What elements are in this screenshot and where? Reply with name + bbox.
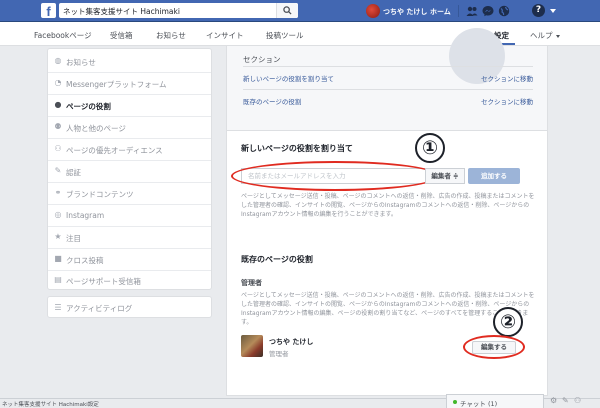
sidebar-item-label: ページサポート受信箱 — [66, 277, 141, 286]
list-icon: ☰ — [54, 303, 62, 312]
sidebar-item-messenger-platform[interactable]: ◔ Messengerプラットフォーム — [48, 72, 211, 94]
audience-icon: ⚇ — [54, 144, 62, 153]
activity-log-label: アクティビティログ — [66, 304, 133, 313]
section-nav-row[interactable]: 既存のページの役割 セクションに移動 — [243, 89, 533, 109]
page-tabs-bar: Facebookページ 受信箱 お知らせ インサイト 投稿ツール 設定 ヘルプ — [0, 22, 600, 46]
sidebar-item-verification[interactable]: ✎ 認証 — [48, 160, 211, 182]
sidebar-item-label: 注目 — [66, 234, 81, 243]
sidebar-item-support-inbox[interactable]: ▤ ページサポート受信箱 — [48, 269, 211, 291]
divider — [227, 130, 547, 131]
annotation-marker-1: ① — [415, 133, 445, 163]
profile-name-link[interactable]: つちや たけし — [383, 7, 427, 17]
profile-avatar[interactable] — [366, 4, 380, 18]
sidebar-item-crossposting[interactable]: ■ クロス投稿 — [48, 248, 211, 270]
admin-avatar[interactable] — [241, 335, 263, 357]
highlight-oval — [231, 161, 439, 191]
existing-roles-heading: 既存のページの役割 — [241, 255, 313, 264]
tab-notifications[interactable]: お知らせ — [156, 30, 186, 41]
new-message-icon[interactable]: ✎ — [562, 397, 570, 405]
tab-publishing-tools[interactable]: 投稿ツール — [266, 30, 304, 41]
facebook-logo-icon[interactable]: f — [41, 3, 56, 18]
tab-facebook-page[interactable]: Facebookページ — [34, 30, 92, 41]
sidebar-item-label: ページの優先オーディエンス — [66, 146, 163, 155]
star-icon: ★ — [54, 232, 62, 241]
editor-role-description: ページとしてメッセージ送信・投稿、ページのコメントへの返信・削除、広告の作成、投… — [241, 193, 535, 218]
assign-role-heading: 新しいページの役割を割り当て — [241, 144, 353, 153]
sidebar-item-label: 認証 — [66, 168, 81, 177]
tab-help-label: ヘルプ — [530, 31, 553, 40]
search-icon — [283, 6, 292, 15]
account-menu-caret-icon[interactable] — [550, 9, 556, 13]
messenger-icon: ◔ — [54, 78, 62, 87]
highlight-oval — [463, 335, 525, 359]
notifications-globe-icon[interactable] — [498, 5, 510, 17]
chat-bar[interactable]: チャット (1) — [446, 394, 544, 408]
handshake-icon: ⚭ — [54, 188, 62, 197]
sidebar-item-page-roles[interactable]: ● ページの役割 — [48, 94, 211, 116]
wrench-icon: ✎ — [54, 166, 62, 175]
group-chat-icon[interactable]: ⚇ — [574, 397, 582, 405]
go-to-section-link[interactable]: セクションに移動 — [481, 73, 533, 83]
tab-inbox[interactable]: 受信箱 — [110, 30, 133, 41]
sections-card: セクション 新しいページの役割を割り当て セクションに移動 既存のページの役割 … — [227, 28, 547, 130]
sidebar-item-label: お知らせ — [66, 58, 96, 67]
admin-section-label: 管理者 — [241, 279, 262, 287]
messages-icon[interactable] — [482, 5, 494, 17]
status-text: ネット集客支援サイト Hachimaki設定 — [2, 402, 99, 408]
add-button[interactable]: 追加する — [468, 168, 520, 184]
home-link[interactable]: ホーム — [430, 7, 451, 17]
chat-label[interactable]: チャット (1) — [460, 398, 497, 408]
inbox-icon: ▤ — [54, 275, 62, 284]
sidebar-activity-log[interactable]: ☰ アクティビティログ — [47, 296, 212, 318]
section-nav-label[interactable]: 新しいページの役割を割り当て — [243, 73, 334, 83]
top-navbar: f ネット集客支援サイト Hachimaki つちや たけし ホーム ? — [0, 0, 600, 22]
go-to-section-link[interactable]: セクションに移動 — [481, 96, 533, 106]
search-button[interactable] — [276, 3, 298, 18]
people-icon: ⚉ — [54, 122, 62, 131]
sidebar-item-branded-content[interactable]: ⚭ ブランドコンテンツ — [48, 182, 211, 204]
person-icon: ● — [54, 100, 62, 109]
help-icon[interactable]: ? — [532, 4, 545, 17]
sidebar-item-label: 人物と他のページ — [66, 124, 126, 133]
admin-name-link[interactable]: つちや たけし — [269, 337, 313, 347]
sidebar-item-featured[interactable]: ★ 注目 — [48, 226, 211, 248]
section-nav-row[interactable]: 新しいページの役割を割り当て セクションに移動 — [243, 66, 533, 86]
role-dropdown[interactable]: 編集者 ≑ — [425, 168, 465, 184]
sidebar-item-people-and-pages[interactable]: ⚉ 人物と他のページ — [48, 116, 211, 138]
chevron-down-icon — [555, 34, 560, 38]
gear-icon[interactable]: ⚙ — [550, 397, 558, 405]
friend-requests-icon[interactable] — [466, 5, 478, 17]
sidebar-item-label: Messengerプラットフォーム — [66, 80, 167, 89]
instagram-icon: ◎ — [54, 210, 62, 219]
tab-insights[interactable]: インサイト — [206, 30, 244, 41]
page-roles-panel: セクション 新しいページの役割を割り当て セクションに移動 既存のページの役割 … — [226, 28, 548, 396]
sections-title: セクション — [243, 55, 281, 64]
section-nav-label[interactable]: 既存のページの役割 — [243, 96, 301, 106]
sidebar-item-label: Instagram — [66, 211, 105, 220]
sidebar-item-label: クロス投稿 — [66, 256, 104, 265]
sidebar-item-label: ページの役割 — [66, 102, 111, 111]
sidebar-item-instagram[interactable]: ◎ Instagram — [48, 204, 211, 226]
online-status-icon — [453, 400, 457, 404]
search-box[interactable]: ネット集客支援サイト Hachimaki — [59, 3, 298, 18]
search-input[interactable]: ネット集客支援サイト Hachimaki — [63, 6, 180, 17]
annotation-marker-2: ② — [493, 307, 523, 337]
sidebar-item-label: ブランドコンテンツ — [66, 190, 134, 199]
tab-help[interactable]: ヘルプ — [530, 30, 560, 41]
admin-role-description: ページとしてメッセージ送信・投稿、ページのコメントへの返信・削除、広告の作成、投… — [241, 292, 535, 326]
admin-role-text: 管理者 — [269, 350, 289, 358]
video-icon: ■ — [54, 254, 62, 263]
sidebar-item-notifications[interactable]: ◍ お知らせ — [48, 50, 211, 72]
topbar-divider — [458, 5, 459, 17]
settings-sidebar: ◍ お知らせ ◔ Messengerプラットフォーム ● ページの役割 ⚉ 人物… — [47, 48, 212, 290]
sidebar-item-preferred-audience[interactable]: ⚇ ページの優先オーディエンス — [48, 138, 211, 160]
globe-icon: ◍ — [54, 56, 62, 65]
